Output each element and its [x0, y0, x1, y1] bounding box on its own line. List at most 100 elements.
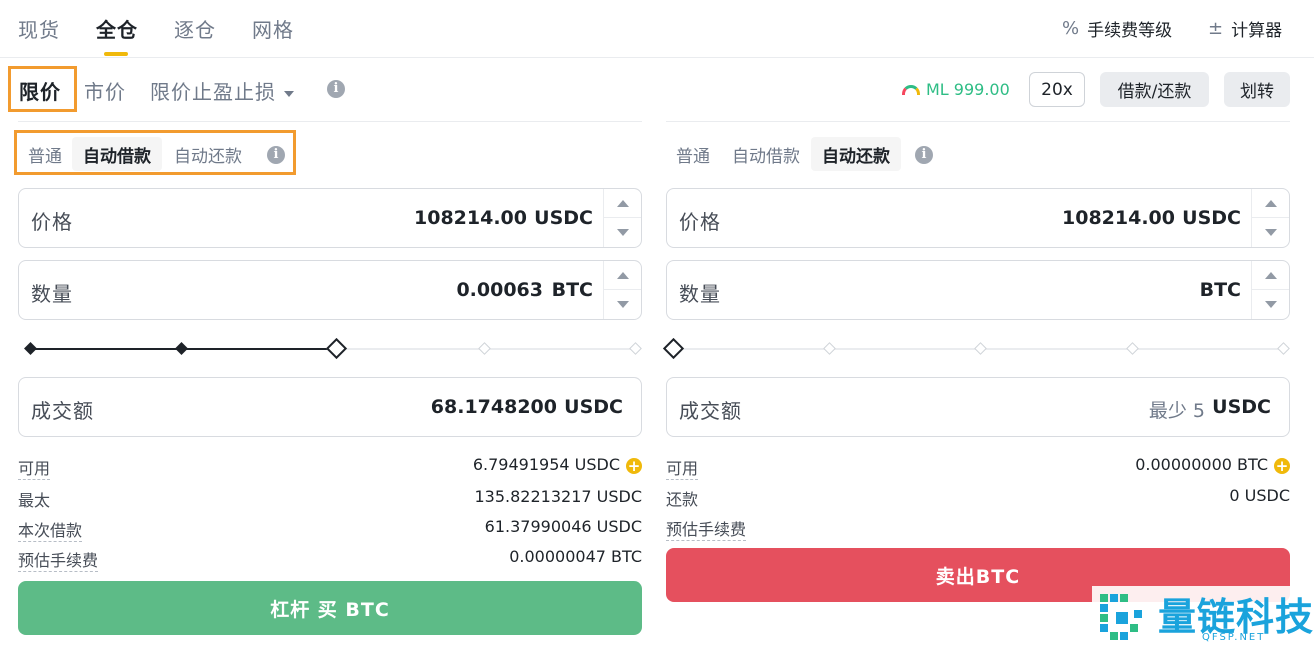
slider-tick-0[interactable]	[24, 342, 37, 355]
sell-quantity-field[interactable]: 数量 BTC	[666, 260, 1290, 320]
active-tab-indicator	[104, 52, 128, 56]
caret-up-icon	[616, 271, 629, 279]
watermark-sub: QFSP.NET	[1202, 632, 1266, 643]
decrement-button[interactable]	[604, 218, 641, 247]
buy-mode-normal[interactable]: 普通	[22, 137, 68, 171]
increment-button[interactable]	[1252, 189, 1289, 218]
margin-buy-button[interactable]: 杠杆 买 BTC	[18, 581, 642, 635]
decrement-button[interactable]	[604, 290, 641, 319]
caret-down-icon	[1264, 301, 1277, 308]
slider-tick-25[interactable]	[175, 342, 188, 355]
available-label: 可用	[666, 459, 699, 480]
increment-button[interactable]	[604, 261, 641, 290]
buy-mode-auto-repay[interactable]: 自动还款	[166, 137, 250, 171]
buy-total-value[interactable]: 68.1748200	[431, 396, 557, 418]
est-fee-label: 预估手续费	[18, 551, 99, 572]
fee-level-button[interactable]: % 手续费等级	[1062, 16, 1172, 41]
tab-spot[interactable]: 现货	[18, 14, 60, 43]
increment-button[interactable]	[1252, 261, 1289, 290]
add-funds-icon[interactable]: +	[1274, 458, 1290, 474]
slider-tick-75[interactable]	[478, 342, 491, 355]
tab-isolated-margin[interactable]: 逐仓	[174, 14, 216, 43]
total-label: 成交额	[31, 399, 94, 423]
quantity-unit: BTC	[551, 279, 593, 301]
quantity-stepper[interactable]	[603, 261, 641, 319]
borrow-repay-button[interactable]: 借款/还款	[1100, 72, 1209, 107]
caret-down-icon	[616, 301, 629, 308]
decrement-button[interactable]	[1252, 218, 1289, 247]
buy-price-field[interactable]: 价格 108214.00 USDC	[18, 188, 642, 248]
order-type-limit[interactable]: 限价	[19, 76, 61, 105]
price-label: 价格	[31, 210, 73, 234]
order-type-tp-sl-label: 限价止盈止损	[150, 80, 276, 104]
max-value: 135.82213217 USDC	[474, 487, 642, 506]
slider-tick-100[interactable]	[629, 342, 642, 355]
buy-slider-thumb[interactable]	[325, 337, 348, 360]
available-value: 6.79491954 USDC +	[472, 455, 642, 475]
price-unit: USDC	[534, 207, 593, 229]
gauge-icon	[902, 84, 920, 95]
info-icon[interactable]: i	[915, 146, 933, 164]
quantity-stepper[interactable]	[1251, 261, 1289, 319]
buy-total-field[interactable]: 成交额 68.1748200 USDC	[18, 377, 642, 437]
slider-tick-25[interactable]	[823, 342, 836, 355]
tab-grid[interactable]: 网格	[252, 14, 294, 43]
fee-level-label: 手续费等级	[1087, 21, 1173, 41]
price-stepper[interactable]	[1251, 189, 1289, 247]
slider-tick-50[interactable]	[974, 342, 987, 355]
caret-down-icon	[1264, 229, 1277, 236]
quantity-label: 数量	[31, 282, 73, 306]
repay-label: 还款	[666, 490, 699, 509]
order-type-tp-sl[interactable]: 限价止盈止损	[150, 76, 294, 105]
sell-total-field[interactable]: 成交额 最少 5 USDC	[666, 377, 1290, 437]
sell-total-placeholder[interactable]: 最少 5	[1149, 396, 1205, 423]
calculator-icon: ±	[1208, 18, 1224, 39]
buy-quantity-field[interactable]: 数量 0.00063 BTC	[18, 260, 642, 320]
caret-down-icon	[616, 229, 629, 236]
tab-cross-margin[interactable]: 全仓	[96, 14, 138, 43]
divider	[666, 121, 1290, 122]
price-stepper[interactable]	[603, 189, 641, 247]
market-tabs-bar: 现货 全仓 逐仓 网格 % 手续费等级 ± 计算器	[0, 0, 1314, 58]
margin-level-value: ML 999.00	[926, 80, 1010, 99]
sell-mode-auto-repay[interactable]: 自动还款	[811, 137, 901, 171]
percent-icon: %	[1062, 18, 1080, 39]
buy-quantity-value[interactable]: 0.00063	[456, 279, 543, 301]
caret-up-icon	[1264, 199, 1277, 207]
divider	[18, 121, 642, 122]
watermark-logo: 量链科技 QFSP.NET	[1092, 586, 1314, 648]
repay-value: 0 USDC	[1229, 486, 1290, 505]
increment-button[interactable]	[604, 189, 641, 218]
info-icon[interactable]: i	[327, 80, 345, 98]
decrement-button[interactable]	[1252, 290, 1289, 319]
available-value: 0.00000000 BTC +	[1135, 455, 1290, 475]
available-label: 可用	[18, 459, 51, 480]
est-fee-label: 预估手续费	[666, 520, 747, 541]
calculator-label: 计算器	[1231, 21, 1283, 41]
add-funds-icon[interactable]: +	[626, 458, 642, 474]
buy-mode-auto-borrow[interactable]: 自动借款	[72, 137, 162, 171]
watermark-icon	[1100, 594, 1142, 640]
info-icon[interactable]: i	[267, 146, 285, 164]
slider-tick-75[interactable]	[1126, 342, 1139, 355]
borrow-amount-value: 61.37990046 USDC	[484, 517, 642, 536]
borrow-amount-label: 本次借款	[18, 521, 83, 542]
order-type-market[interactable]: 市价	[84, 76, 126, 105]
sell-price-field[interactable]: 价格 108214.00 USDC	[666, 188, 1290, 248]
calculator-button[interactable]: ± 计算器	[1208, 16, 1282, 41]
sell-slider-thumb[interactable]	[662, 337, 685, 360]
transfer-button[interactable]: 划转	[1224, 72, 1290, 107]
est-fee-value: 0.00000047 BTC	[509, 547, 642, 566]
max-label: 最太	[18, 491, 51, 510]
slider-tick-100[interactable]	[1277, 342, 1290, 355]
leverage-button[interactable]: 20x	[1029, 72, 1085, 107]
sell-mode-auto-borrow[interactable]: 自动借款	[724, 137, 808, 171]
total-unit: USDC	[564, 396, 623, 418]
chevron-down-icon	[284, 90, 294, 97]
total-unit: USDC	[1212, 396, 1271, 418]
sell-price-value[interactable]: 108214.00	[1062, 207, 1175, 229]
sell-mode-normal[interactable]: 普通	[670, 137, 716, 171]
buy-price-value[interactable]: 108214.00	[414, 207, 527, 229]
margin-level[interactable]: ML 999.00	[902, 80, 1010, 99]
quantity-label: 数量	[679, 282, 721, 306]
